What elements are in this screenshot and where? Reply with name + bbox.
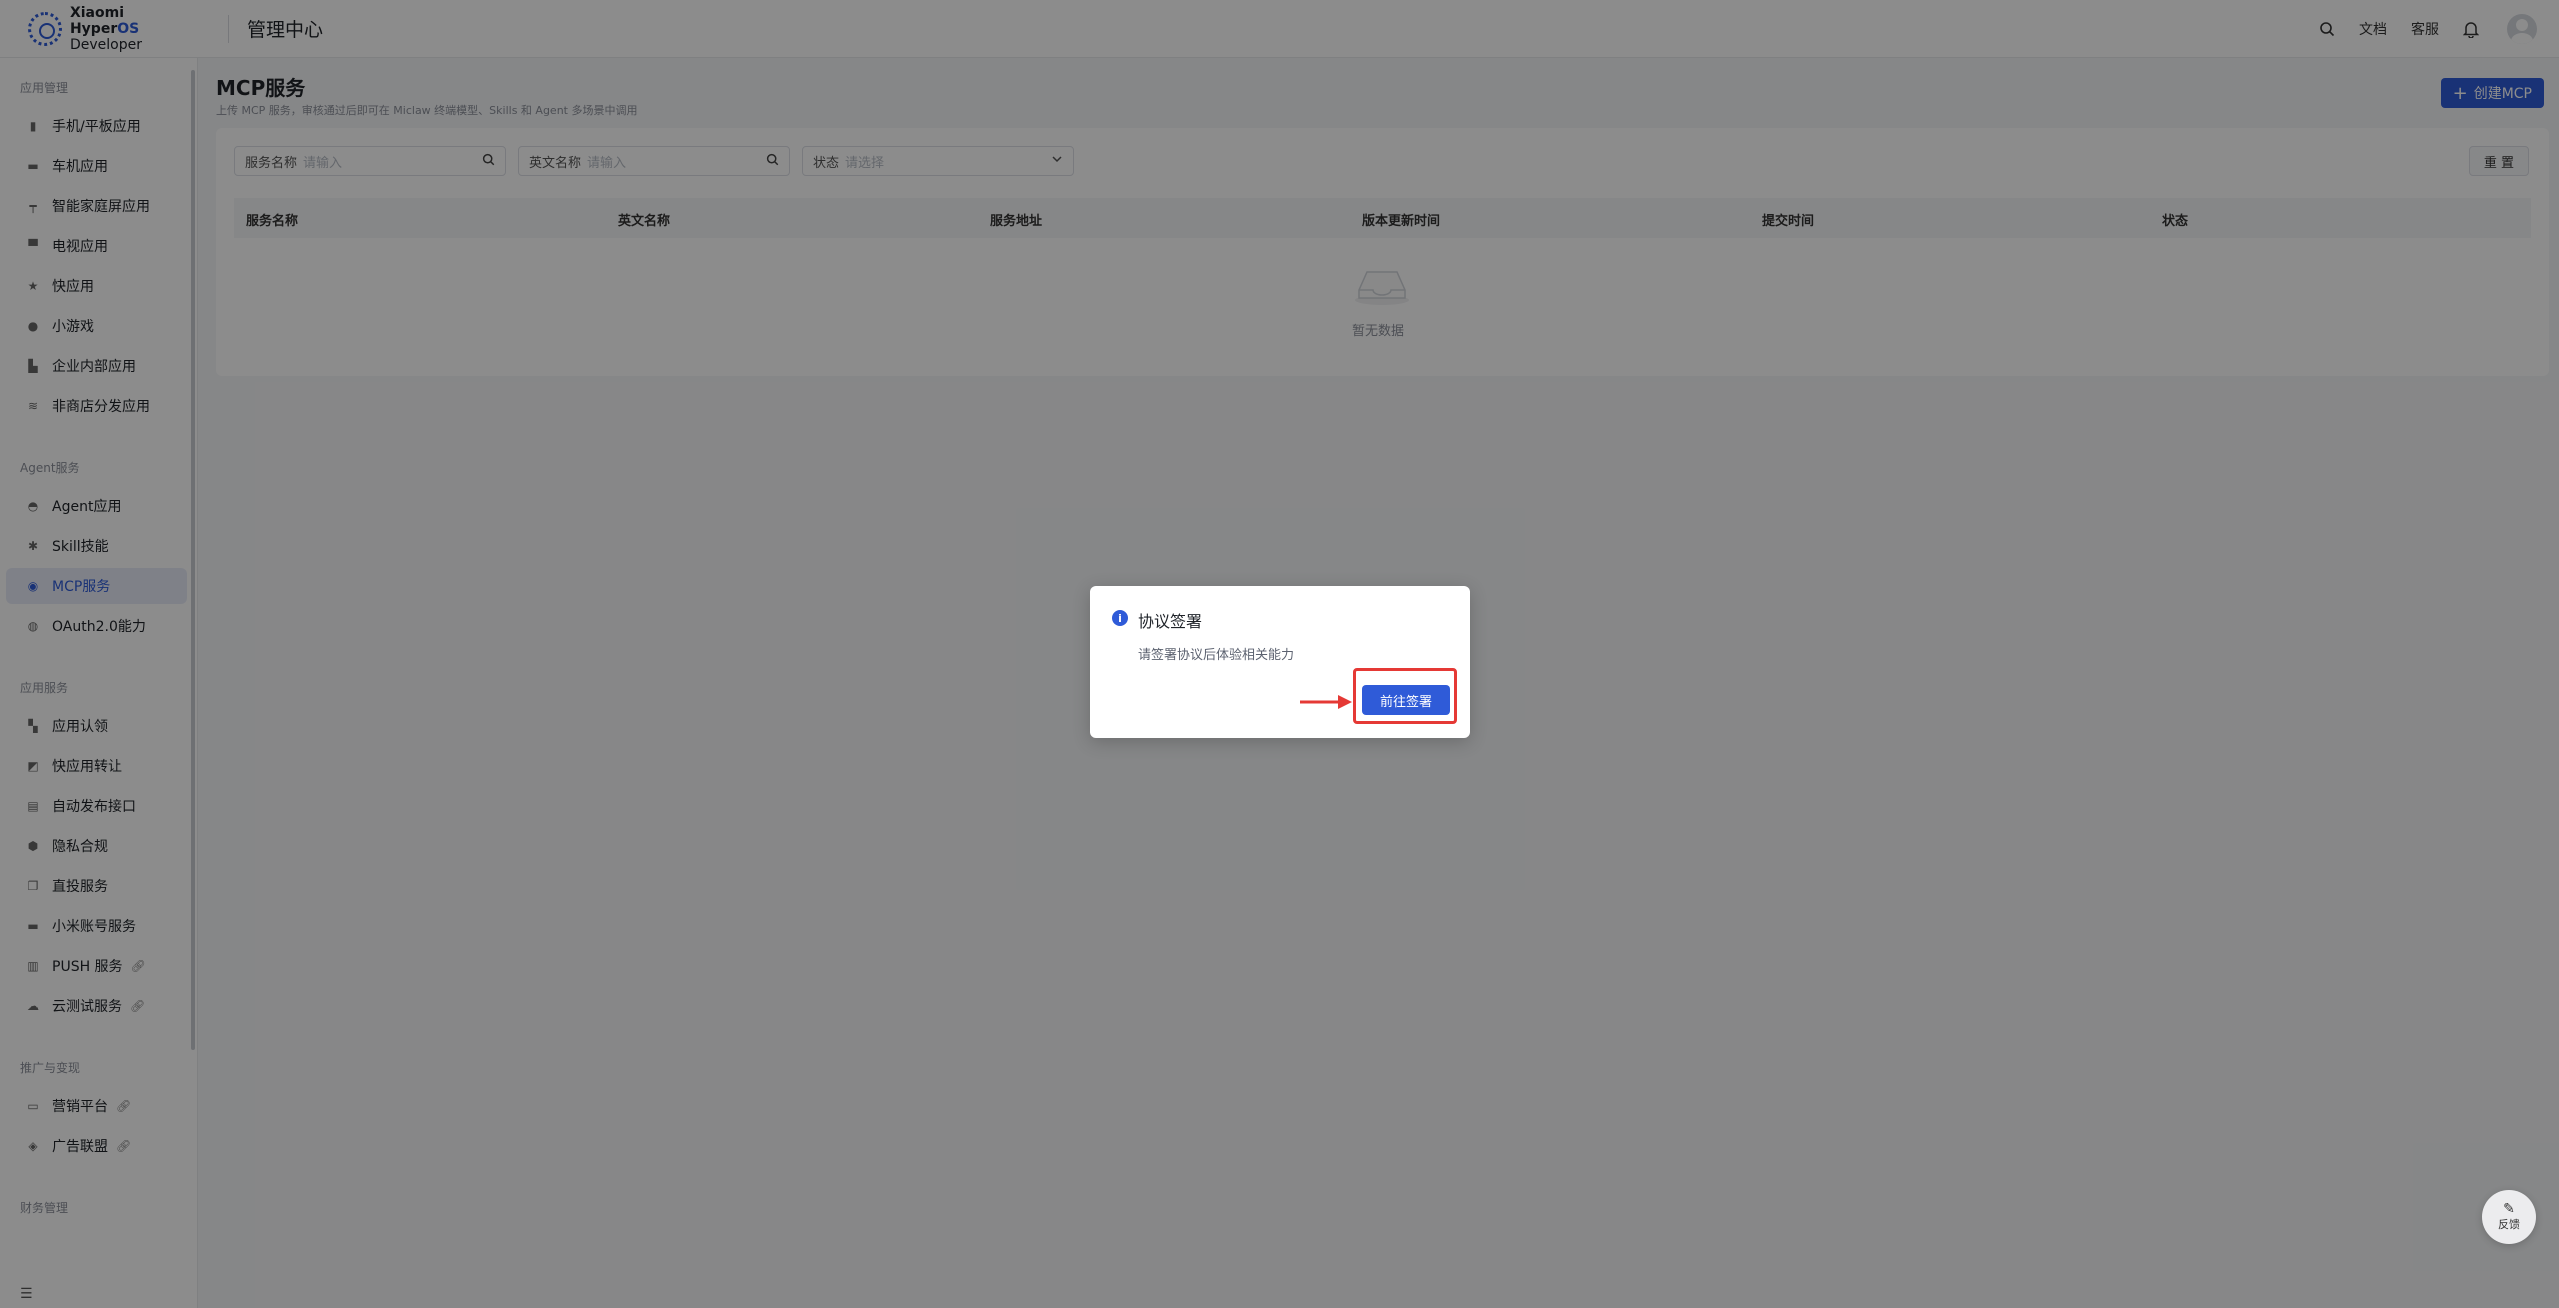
info-icon: i xyxy=(1112,610,1128,626)
red-arrow-annotation-icon xyxy=(1300,695,1352,709)
feedback-button[interactable]: ✎ 反馈 xyxy=(2482,1190,2536,1244)
dialog-title: 协议签署 xyxy=(1138,612,1203,631)
go-sign-button[interactable]: 前往签署 xyxy=(1362,685,1450,715)
dialog-message: 请签署协议后体验相关能力 xyxy=(1138,648,1295,663)
feedback-label: 反馈 xyxy=(2498,1218,2520,1231)
feedback-icon: ✎ xyxy=(2503,1201,2515,1217)
agreement-dialog: i 协议签署 请签署协议后体验相关能力 前往签署 xyxy=(1090,586,1470,738)
